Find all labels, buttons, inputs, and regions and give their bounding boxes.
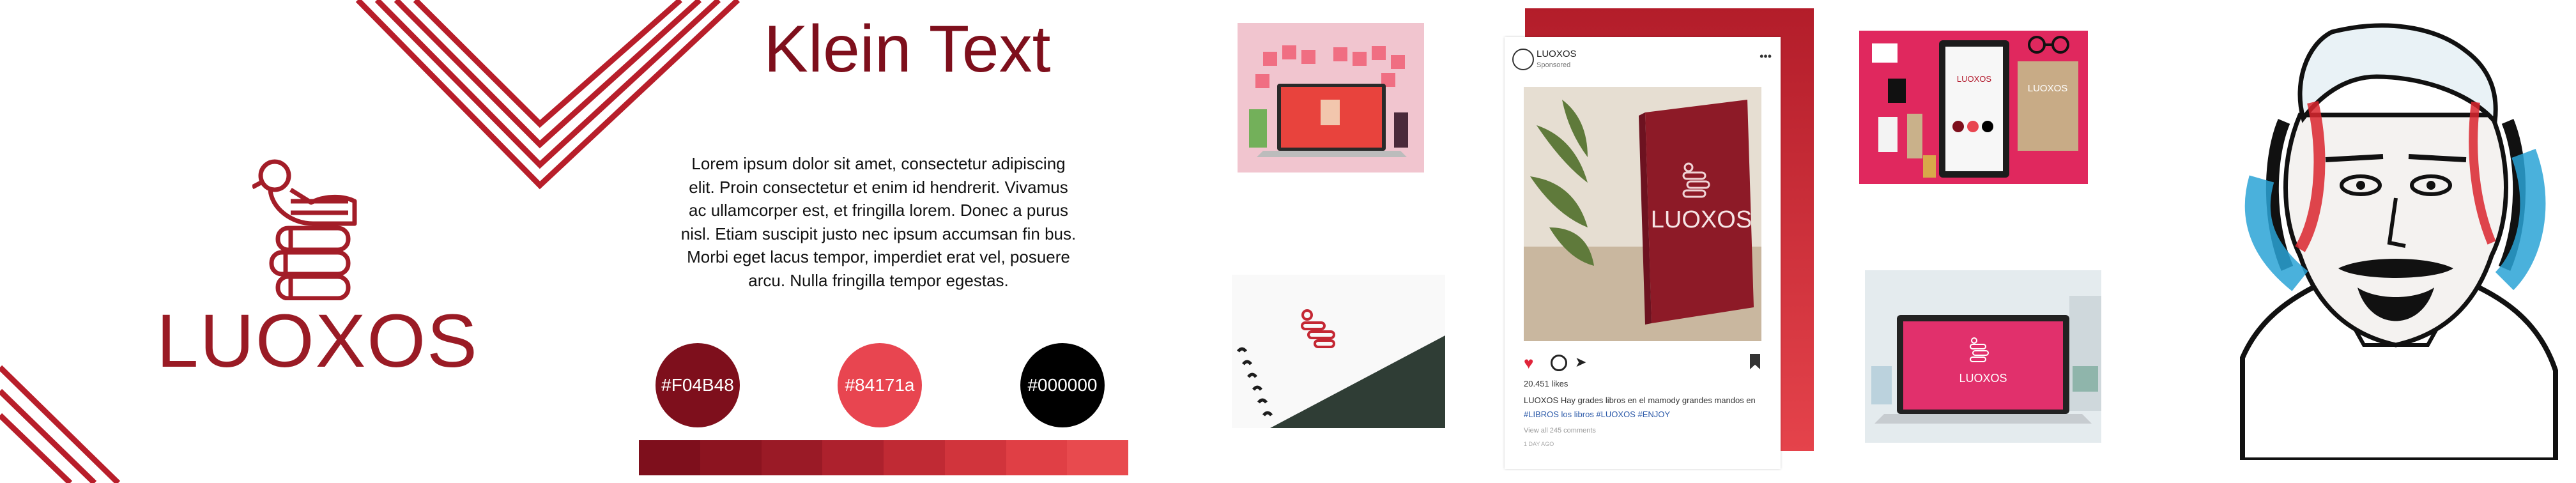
gradient-step <box>884 440 945 475</box>
desk-laptop-illustration <box>1249 45 1408 157</box>
swatch-label: #84171a <box>845 375 915 395</box>
swatch-label: #000000 <box>1027 375 1098 395</box>
gradient-step <box>761 440 823 475</box>
book-photo-illustration: LUOXOS <box>1524 87 1761 341</box>
decorative-stripes <box>0 0 740 483</box>
color-swatch-2: #84171a <box>838 343 922 427</box>
headline: Klein Text <box>763 12 1051 86</box>
post-image: LUOXOS <box>1524 87 1761 341</box>
svg-text:LUOXOS: LUOXOS <box>1957 74 1992 84</box>
avatar[interactable] <box>1512 49 1534 70</box>
gradient-step <box>639 440 700 475</box>
notebook-illustration <box>1232 275 1445 428</box>
portrait-illustration <box>2240 23 2558 460</box>
color-swatch-1: #F04B48 <box>656 343 740 427</box>
caption-text: Hay grades libros en el mamody grandes m… <box>1560 395 1756 405</box>
color-swatch-3: #000000 <box>1020 343 1105 427</box>
caption-account[interactable]: LUOXOS <box>1524 395 1558 405</box>
laptop-illustration: LUOXOS <box>1865 270 2101 443</box>
notebook-mockup <box>1232 275 1445 428</box>
brand-wordmark: LUOXOS <box>157 299 479 383</box>
comment-icon[interactable] <box>1551 355 1567 371</box>
flatlay-illustration: LUOXOS LUOXOS <box>1872 36 2078 178</box>
more-options-icon[interactable]: ••• <box>1759 50 1772 63</box>
sponsored-label: Sponsored <box>1537 61 1571 69</box>
instagram-post-mockup: LUOXOS Sponsored ••• LUOXOS ♥ ➤ 20.451 l… <box>1505 37 1781 469</box>
bookmark-icon[interactable] <box>1750 354 1760 369</box>
gradient-step <box>822 440 884 475</box>
swatch-label: #F04B48 <box>661 375 734 395</box>
hashtags[interactable]: #LIBROS los libros #LUOXOS #ENJOY <box>1524 410 1670 419</box>
body-paragraph: Lorem ipsum dolor sit amet, consectetur … <box>680 154 1077 290</box>
like-heart-icon[interactable]: ♥ <box>1524 353 1533 373</box>
gradient-step <box>700 440 762 475</box>
flatlay-mockup: LUOXOS LUOXOS <box>1859 31 2088 184</box>
gradient-bar <box>639 440 1128 475</box>
book-cover-text: LUOXOS <box>1651 206 1752 233</box>
post-caption: LUOXOS Hay grades libros en el mamody gr… <box>1524 395 1767 406</box>
desk-laptop-mockup <box>1238 23 1424 172</box>
view-comments-link[interactable]: View all 245 comments <box>1524 427 1596 434</box>
gradient-step <box>944 440 1006 475</box>
laptop-mockup: LUOXOS <box>1865 270 2101 443</box>
gradient-step <box>1067 440 1128 475</box>
bird-books-logo-icon <box>252 159 357 300</box>
laptop-screen-label: LUOXOS <box>1959 372 2007 385</box>
flatlay-book-label: LUOXOS <box>2028 83 2068 94</box>
share-icon[interactable]: ➤ <box>1575 354 1586 371</box>
post-account-name[interactable]: LUOXOS <box>1537 49 1577 59</box>
gradient-step <box>1006 440 1068 475</box>
post-timestamp: 1 DAY AGO <box>1524 441 1554 447</box>
likes-count: 20.451 likes <box>1524 379 1568 388</box>
